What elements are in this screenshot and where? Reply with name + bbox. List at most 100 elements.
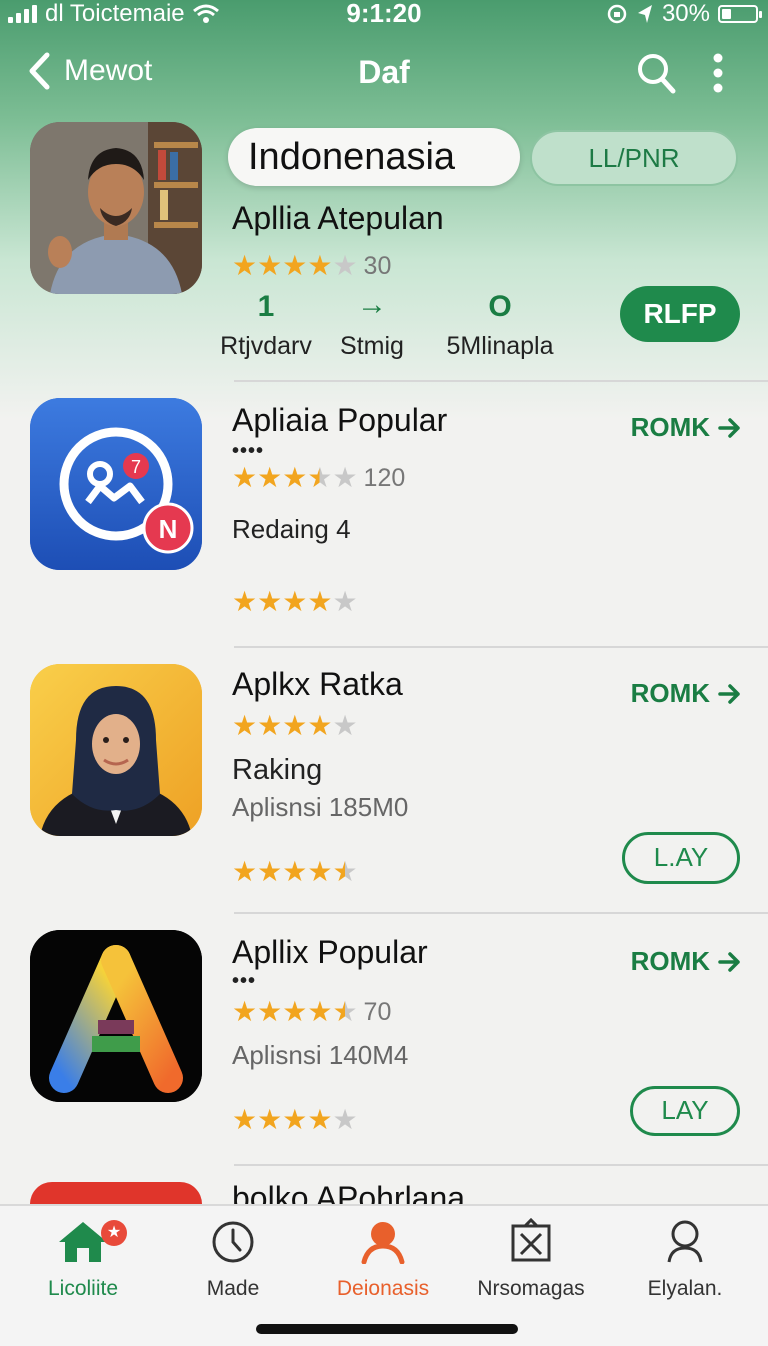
rank-link[interactable]: ROMK (631, 412, 742, 443)
app-rating: ★★★★★ (232, 712, 358, 740)
status-bar: dl Toictemaie 9:1:20 30% (0, 0, 768, 28)
rank-link[interactable]: ROMK (631, 678, 742, 709)
star-icon: ★ (232, 250, 258, 281)
app-subtitle: Redaing 4 (232, 514, 351, 544)
inbox-icon (511, 1217, 551, 1262)
app-name: Apllix Popular (232, 934, 428, 970)
star-icon: ★ (282, 996, 308, 1027)
star-icon: ★ (332, 462, 358, 493)
star-icon: ★ (232, 856, 258, 887)
star-icon: ★ (307, 710, 333, 741)
rank-link[interactable]: ROMK (631, 946, 742, 977)
tab-label: Elyalan. (647, 1277, 723, 1300)
star-icon: ★ (257, 462, 283, 493)
star-rating-icons: ★★★★★ (232, 712, 358, 740)
tab-search[interactable]: Elyalan. (610, 1218, 760, 1301)
arrow-right-icon (718, 417, 740, 438)
app-rating: ★★★★★ 70 (232, 998, 391, 1026)
location-icon (637, 5, 652, 23)
app-rating-count: 120 (363, 463, 406, 492)
tab-label: Nrsomagas (477, 1277, 585, 1300)
star-icon: ★ (332, 856, 358, 887)
home-indicator (256, 1324, 518, 1334)
app-name: Apliaia Popular (232, 402, 448, 438)
featured-secondary-pill[interactable]: LL/PNR (530, 130, 738, 186)
arrow-right-icon (718, 683, 740, 704)
app-dots: •••• (232, 440, 265, 462)
arrow-right-icon (718, 951, 740, 972)
battery-icon (718, 5, 762, 23)
star-icon: ★ (282, 586, 308, 617)
tab-label: Licoliite (47, 1277, 119, 1300)
star-icon: ★ (282, 250, 308, 281)
list-divider (234, 912, 768, 914)
star-icon: ★ (257, 250, 283, 281)
tab-profile[interactable]: Deionasis (308, 1218, 458, 1301)
person-icon (361, 1222, 405, 1265)
app-rating-count: 70 (363, 997, 392, 1026)
featured-rating: ★★★★★ 30 (232, 252, 391, 280)
clock-icon (212, 1221, 254, 1263)
app-subtitle: Raking (232, 754, 323, 786)
star-icon: ★ (282, 710, 308, 741)
star-icon: ★ (332, 1104, 358, 1135)
app-icon-messenger: 7 N (30, 398, 202, 570)
tab-made[interactable]: Made (158, 1218, 308, 1301)
star-icon: ★ (307, 996, 333, 1027)
app-icon-partial (30, 1182, 202, 1204)
star-icon: ★ (232, 586, 258, 617)
app-bottom-rating: ★★★★★ (232, 588, 358, 616)
app-bottom-rating: ★★★★★ (232, 858, 358, 886)
star-icon: ★ (307, 462, 333, 493)
star-icon: ★ (332, 586, 358, 617)
featured-tag-pill[interactable]: Indonenasia (228, 128, 520, 186)
app-name: Aplkx Ratka (232, 666, 403, 702)
star-icon: ★ (282, 856, 308, 887)
home-icon (59, 1222, 107, 1262)
star-icon: ★ (232, 462, 258, 493)
rank-label: ROMK (630, 412, 710, 442)
star-rating-icons: ★★★★★ (232, 858, 358, 886)
app-size: Aplisnsi 185M0 (232, 792, 409, 822)
featured-rating-count: 30 (363, 251, 392, 280)
star-icon: ★ (307, 1104, 333, 1135)
install-button[interactable]: L.AY (622, 832, 740, 884)
star-icon: ★ (232, 710, 258, 741)
star-icon: ★ (257, 710, 283, 741)
star-rating-icons: ★★★★★ (232, 464, 358, 492)
svg-text:7: 7 (131, 457, 141, 477)
battery-percent: 30% (661, 0, 710, 27)
stat-2-arrow-icon: → (357, 288, 387, 321)
featured-app-avatar (30, 122, 202, 294)
app-rating: ★★★★★ 120 (232, 464, 405, 492)
app-dots: ••• (232, 970, 257, 992)
stat-1-label: Rtjvdarv (220, 332, 312, 360)
svg-text:N: N (159, 514, 178, 544)
tab-messages[interactable]: Nrsomagas (456, 1217, 606, 1301)
rotation-lock-icon (607, 4, 627, 24)
star-icon: ★ (332, 996, 358, 1027)
tab-home[interactable]: ★ Licoliite (8, 1218, 158, 1301)
navigation-bar: Mewot Daf (0, 46, 768, 102)
rank-label: ROMK (630, 946, 710, 976)
list-divider (234, 380, 768, 382)
star-icon: ★ (257, 996, 283, 1027)
star-icon: ★ (332, 250, 358, 281)
star-icon: ★ (232, 996, 258, 1027)
star-rating-icons: ★★★★★ (232, 1106, 358, 1134)
star-rating-icons: ★★★★★ (232, 588, 358, 616)
stat-1-value: 1 (257, 290, 275, 323)
featured-action-button[interactable]: RLFP (620, 286, 740, 342)
app-bottom-rating: ★★★★★ (232, 1106, 358, 1134)
star-icon: ★ (307, 856, 333, 887)
search-icon[interactable] (636, 52, 676, 94)
app-size: Aplisnsi 140M4 (232, 1040, 409, 1070)
install-button[interactable]: LAY (630, 1086, 740, 1136)
app-icon-portrait (30, 664, 202, 836)
more-options-icon[interactable] (712, 52, 724, 94)
star-icon: ★ (232, 1104, 258, 1135)
star-icon: ★ (282, 1104, 308, 1135)
star-rating-icons: ★★★★★ (232, 998, 358, 1026)
featured-app-name: Apllia Atepulan (232, 200, 444, 236)
rank-label: ROMK (630, 678, 710, 708)
